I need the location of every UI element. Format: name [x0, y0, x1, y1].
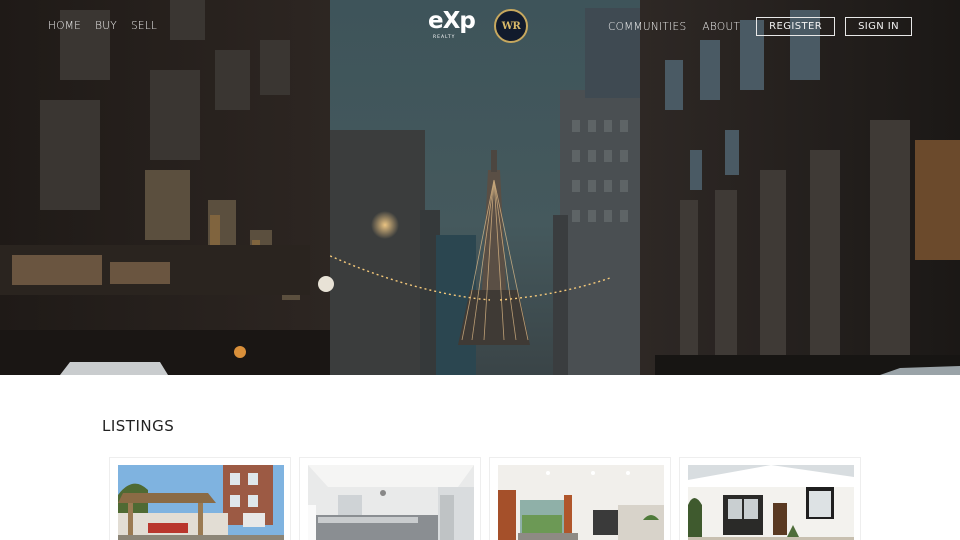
nav-about-link[interactable]: ABOUT	[702, 21, 740, 33]
exp-logo-subtext: REALTY	[433, 35, 456, 40]
team-badge-logo[interactable]: WR	[494, 9, 528, 43]
nav-sell-link[interactable]: SELL	[131, 20, 157, 32]
brand-logos: eXp REALTY WR	[428, 8, 528, 43]
nav-home-link[interactable]: HOME	[48, 20, 81, 32]
primary-nav-right: COMMUNITIES ABOUT REGISTER SIGN IN	[608, 17, 912, 36]
register-button[interactable]: REGISTER	[756, 17, 836, 36]
listing-card[interactable]	[489, 457, 671, 540]
hero-banner: HOME BUY SELL eXp REALTY WR COMMUNITIES …	[0, 0, 960, 375]
exp-realty-logo[interactable]: eXp REALTY	[428, 8, 476, 42]
listing-card[interactable]	[109, 457, 291, 540]
exp-logo-text: eXp	[428, 8, 476, 34]
primary-nav-left: HOME BUY SELL	[48, 20, 157, 32]
listing-photo	[308, 465, 474, 540]
listings-heading: LISTINGS	[102, 417, 175, 435]
hero-city-photo	[0, 0, 960, 375]
listing-card[interactable]	[299, 457, 481, 540]
listing-photo	[688, 465, 854, 540]
nav-buy-link[interactable]: BUY	[95, 20, 117, 32]
listings-grid	[109, 457, 861, 540]
listing-photo	[118, 465, 284, 540]
listing-photo	[498, 465, 664, 540]
nav-communities-link[interactable]: COMMUNITIES	[608, 21, 686, 33]
sign-in-button[interactable]: SIGN IN	[845, 17, 912, 36]
listing-card[interactable]	[679, 457, 861, 540]
team-badge-text: WR	[501, 20, 521, 32]
